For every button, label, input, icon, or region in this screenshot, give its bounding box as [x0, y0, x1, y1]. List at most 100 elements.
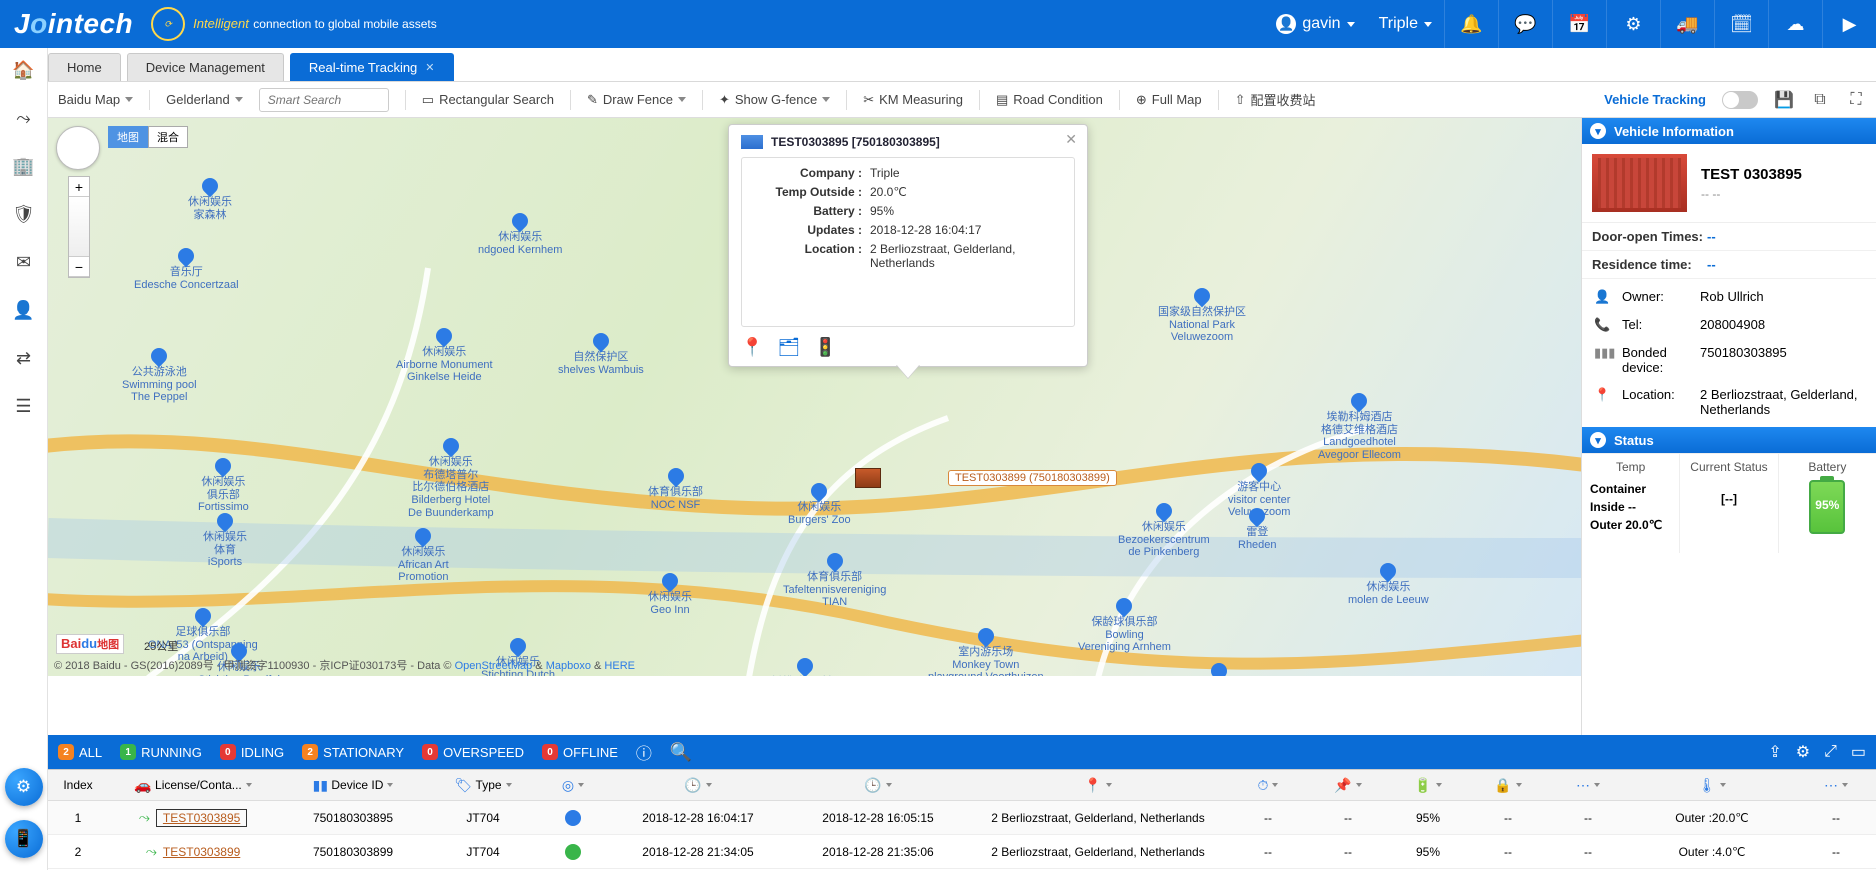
traffic-action-icon[interactable]: 🚦 — [814, 337, 836, 358]
km-measuring-button[interactable]: ✂KM Measuring — [863, 92, 963, 108]
table-settings-icon[interactable]: ⚙ — [1796, 742, 1810, 762]
zoom-in-button[interactable]: + — [69, 177, 89, 197]
popout-icon[interactable]: ⧉ — [1810, 90, 1830, 110]
th-temp[interactable]: 🌡 — [1628, 777, 1796, 794]
draw-fence-button[interactable]: ✎Draw Fence — [587, 92, 686, 108]
route-icon[interactable]: ⤳ — [0, 102, 48, 134]
th-index[interactable]: Index — [48, 778, 108, 792]
map-poi: 休闲娱乐ndgoed Kernhem — [478, 213, 562, 256]
map-type-toggle[interactable]: 地图 混合 — [108, 126, 188, 148]
th-misc2[interactable]: ⋯ — [1796, 777, 1876, 794]
region-select[interactable]: Gelderland — [166, 92, 243, 107]
phone-icon: 📞 — [1594, 317, 1612, 333]
zoom-slider[interactable] — [69, 197, 89, 257]
map-poi: 休闲娱乐Bezoekerscentrumde Pinkenberg — [1118, 503, 1210, 559]
th-license[interactable]: 🚗 License/Conta... — [108, 777, 278, 794]
user-add-icon[interactable]: 👤 — [0, 294, 48, 326]
table-row[interactable]: 2⤳TEST0303899750180303899JT7042018-12-28… — [48, 835, 1876, 869]
show-gfence-button[interactable]: ✦Show G-fence — [719, 92, 830, 108]
shield-icon[interactable]: 🛡 — [0, 198, 48, 230]
table-row[interactable]: 1⤳TEST0303895750180303895JT7042018-12-28… — [48, 801, 1876, 835]
close-icon[interactable]: ✕ — [425, 61, 434, 74]
asset-marker-label[interactable]: TEST0303899 (750180303899) — [948, 470, 1117, 486]
license-link[interactable]: TEST0303895 — [156, 809, 247, 827]
location-action-icon[interactable]: 📍 — [741, 337, 763, 358]
user-menu[interactable]: 👤 gavin — [1264, 14, 1366, 34]
org-menu[interactable]: Triple — [1367, 15, 1444, 33]
th-alert[interactable]: 📌 — [1308, 777, 1388, 794]
system-gear-icon[interactable]: ⚙ — [5, 768, 43, 806]
info-icon[interactable]: ⓘ — [636, 740, 652, 764]
close-icon[interactable]: ✕ — [1065, 131, 1077, 148]
gear-icon[interactable]: ⚙ — [1606, 0, 1660, 48]
map-provider-select[interactable]: Baidu Map — [58, 92, 133, 107]
license-link[interactable]: TEST0303899 — [163, 845, 240, 859]
filter-stationary[interactable]: 2STATIONARY — [302, 744, 404, 760]
th-type[interactable]: 🏷 Type — [428, 777, 538, 794]
toll-config-button[interactable]: ⇧配置收费站 — [1235, 90, 1316, 109]
user-name: gavin — [1302, 15, 1340, 33]
map-poi: 自然保护区shelves Wambuis — [558, 333, 644, 376]
tab-home[interactable]: Home — [48, 53, 121, 81]
th-status[interactable]: ◎ — [538, 777, 608, 794]
mail-icon[interactable]: ✉ — [0, 246, 48, 278]
door-open-value: -- — [1707, 229, 1866, 244]
settings-alt-icon[interactable]: ⇄ — [0, 342, 48, 374]
filter-offline[interactable]: 0OFFLINE — [542, 744, 618, 760]
th-time1[interactable]: 🕒 — [608, 777, 788, 794]
map-canvas[interactable]: 休闲娱乐家森林音乐厅Edesche Concertzaal公共游泳池Swimmi… — [48, 118, 1581, 676]
asset-marker[interactable] — [855, 468, 881, 488]
vehicle-summary: TEST 0303895 -- -- — [1582, 144, 1876, 223]
video-icon[interactable]: ▶ — [1822, 0, 1876, 48]
map-type-map[interactable]: 地图 — [108, 126, 148, 148]
map-pan-control[interactable] — [56, 126, 100, 170]
tab-real-time-tracking[interactable]: Real-time Tracking✕ — [290, 53, 454, 81]
home-icon[interactable]: 🏠 — [0, 54, 48, 86]
route-icon: ⤳ — [146, 843, 157, 860]
attr-mapbox-link[interactable]: Mapboxo — [546, 660, 591, 672]
road-condition-button[interactable]: ▤Road Condition — [996, 92, 1103, 108]
save-icon[interactable]: 💾 — [1774, 90, 1794, 110]
layers-icon[interactable]: ☰ — [0, 390, 48, 422]
filter-idling[interactable]: 0IDLING — [220, 744, 284, 760]
list-action-icon[interactable]: 🗂 — [777, 337, 800, 358]
filter-overspeed[interactable]: 0OVERSPEED — [422, 744, 524, 760]
filter-all[interactable]: 2ALL — [58, 744, 102, 760]
map-type-hybrid[interactable]: 混合 — [148, 126, 188, 148]
map-zoom-control[interactable]: + − — [68, 176, 90, 278]
truck-icon[interactable]: 🚚 — [1660, 0, 1714, 48]
attr-osm-link[interactable]: OpenStreetMap — [455, 660, 533, 672]
th-battery[interactable]: 🔋 — [1388, 777, 1468, 794]
building-icon[interactable]: 🏢 — [0, 150, 48, 182]
filter-running[interactable]: 1RUNNING — [120, 744, 202, 760]
full-map-button[interactable]: ⊕Full Map — [1136, 92, 1202, 108]
cloud-download-icon[interactable]: ☁ — [1768, 0, 1822, 48]
collapse-icon[interactable]: ⤢ — [1824, 743, 1837, 761]
th-speed[interactable]: ⏱ — [1228, 777, 1308, 794]
th-device[interactable]: ▮▮ Device ID — [278, 777, 428, 794]
bell-icon[interactable]: 🔔 — [1444, 0, 1498, 48]
th-lock[interactable]: 🔒 — [1468, 777, 1548, 794]
th-misc1[interactable]: ⋯ — [1548, 777, 1628, 794]
chat-icon[interactable]: 💬 — [1498, 0, 1552, 48]
th-time2[interactable]: 🕒 — [788, 777, 968, 794]
tagline-text: connection to global mobile assets — [253, 17, 436, 31]
export-icon[interactable]: ⇪ — [1768, 742, 1781, 762]
target-icon: ◎ — [562, 777, 574, 794]
route-icon: ⤳ — [139, 809, 150, 826]
attr-here-link[interactable]: HERE — [604, 660, 635, 672]
schedule-icon[interactable]: 🗓 — [1714, 0, 1768, 48]
status-header[interactable]: ▾Status — [1582, 427, 1876, 453]
rectangular-search-button[interactable]: ▭Rectangular Search — [422, 92, 554, 108]
tab-device-management[interactable]: Device Management — [127, 53, 284, 81]
th-location[interactable]: 📍 — [968, 777, 1228, 794]
search-icon[interactable]: 🔍 — [670, 742, 692, 763]
smart-search-input[interactable] — [259, 88, 389, 112]
zoom-out-button[interactable]: − — [69, 257, 89, 277]
minimize-icon[interactable]: ▭ — [1851, 742, 1866, 762]
device-icon[interactable]: 📱 — [5, 820, 43, 858]
fullscreen-icon[interactable]: ⛶ — [1846, 90, 1866, 110]
vehicle-tracking-toggle[interactable] — [1722, 91, 1758, 109]
vehicle-info-header[interactable]: ▾Vehicle Information — [1582, 118, 1876, 144]
calendar-icon[interactable]: 📅 — [1552, 0, 1606, 48]
